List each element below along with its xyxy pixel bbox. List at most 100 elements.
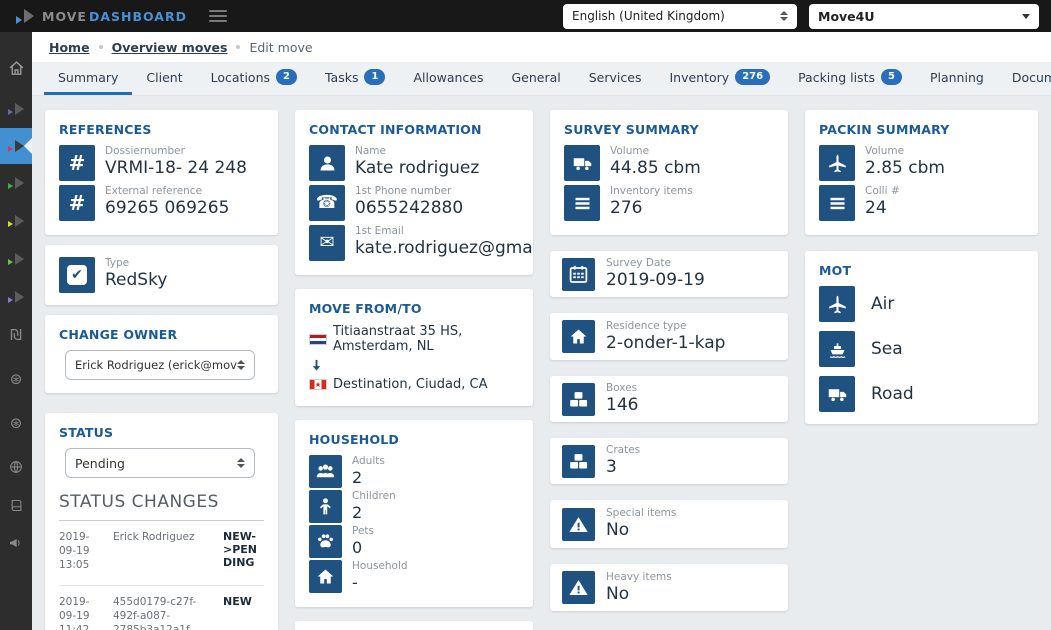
boxes-count: 146 [606,395,639,416]
card-title: MOT [819,263,852,278]
column-3: SURVEY SUMMARY Volume 44.85 cbm Inventor… [550,110,788,611]
module-arrow-icon [8,139,24,153]
cubes-icon [562,382,595,416]
residence-type-value: 2-onder-1-kap [606,332,726,353]
tab-allowances[interactable]: Allowances [399,62,497,95]
field-label: Type [105,257,130,269]
top-bar: MOVE DASHBOARD English (United Kingdom) … [0,0,1051,32]
field-label: Survey Date [606,257,671,270]
status-change-value: NEW [223,594,252,608]
module-arrow-icon [8,252,24,266]
tab-tasks[interactable]: Tasks 1 [311,62,399,95]
select-stepper-icon [237,458,245,468]
plane-icon [819,286,855,322]
field-label: Dossiernumber [105,145,185,157]
home-icon [562,320,595,353]
chevron-down-icon [1022,13,1030,19]
sidebar-item-currency[interactable]: ₪ [0,316,32,354]
circled-asterisk-icon: ⊛ [9,413,23,432]
tab-badge: 2 [276,69,297,85]
tab-summary[interactable]: Summary [44,62,133,95]
language-select[interactable]: English (United Kingdom) [563,3,797,29]
field-label: External reference [105,185,203,197]
card-title: SURVEY SUMMARY [564,122,699,137]
child-icon [309,490,342,523]
breadcrumb-home-link[interactable]: Home [49,40,90,55]
breadcrumb-overview-link[interactable]: Overview moves [112,40,228,55]
arrow-down-icon [312,359,321,371]
sidebar: ₪ ⊛ ⊛ [0,32,32,630]
canada-flag-icon [309,379,327,390]
status-select-value: Pending [75,455,125,471]
status-changes-table: 2019-09-19 13:05 Erick Rodriguez NEW->PE… [59,520,264,630]
breadcrumb: Home Overview moves Edit move [32,32,1051,62]
tab-services[interactable]: Services [575,62,656,95]
card-title: MOVE FROM/TO [309,301,422,316]
sidebar-item-settings-1[interactable]: ⊛ [0,360,32,398]
sidebar-item-settings-2[interactable]: ⊛ [0,404,32,442]
tab-documents[interactable]: Documents3 [998,62,1051,95]
tabs-bar: Summary Client Locations 2 Tasks 1 Allowan… [32,62,1051,96]
phone-icon: ☎ [309,185,345,221]
megaphone-icon [10,539,20,547]
module-arrow-icon [8,214,24,228]
field-label: Heavy items [606,570,672,583]
status-changes-title: STATUS CHANGES [59,492,219,512]
field-label: 1st Email [355,225,404,237]
paw-icon [309,525,342,558]
sidebar-item-module-4[interactable] [0,202,32,240]
sidebar-item-announcements[interactable] [0,524,32,562]
sidebar-item-module-3[interactable] [0,164,32,202]
status-change-date: 2019-09-19 11:42 [59,595,90,630]
field-label: Crates [606,444,641,457]
children-count: 2 [352,503,363,523]
direction-arrow-row [309,358,519,373]
breadcrumb-current: Edit move [249,39,313,55]
packin-summary-card: PACKIN SUMMARY Volume 2.85 cbm Colli # 2… [805,110,1038,235]
owner-select[interactable]: Erick Rodriguez (erick@move4u.com) [65,350,255,380]
contact-information-card: CONTACT INFORMATION Name Kate rodriguez … [295,110,533,275]
survey-summary-card: SURVEY SUMMARY Volume 44.85 cbm Inventor… [550,110,788,235]
module-arrow-icon [8,176,24,190]
warning-icon [562,571,595,604]
table-row: 2019-09-19 13:05 Erick Rodriguez NEW->PE… [59,521,264,586]
field-label: Children [352,490,396,502]
tab-planning[interactable]: Planning [916,62,998,95]
app-logo[interactable]: MOVE DASHBOARD [14,8,187,24]
tab-general[interactable]: General [497,62,574,95]
calendar-icon [562,257,595,291]
status-select[interactable]: Pending [65,448,255,478]
adults-count: 2 [352,468,363,488]
sidebar-item-module-2-active[interactable] [0,128,32,164]
sidebar-item-module-5[interactable] [0,240,32,278]
card-title: HOUSEHOLD [309,432,400,447]
special-items-card: Special items No [550,500,788,548]
status-card: STATUS Pending STATUS CHANGES 2019-09-19… [45,413,278,630]
sidebar-item-home[interactable] [0,46,32,90]
book-icon [11,499,21,511]
tab-packing-lists[interactable]: Packing lists 5 [784,62,916,95]
tab-client[interactable]: Client [132,62,196,95]
tab-locations[interactable]: Locations 2 [197,62,311,95]
destination-address: Destination, Ciudad, CA [333,377,488,392]
card-title: CHANGE OWNER [59,327,178,342]
field-label: Residence type [606,319,687,332]
survey-volume: 44.85 cbm [610,158,701,179]
field-label: Special items [606,507,677,520]
sidebar-item-docs[interactable] [0,486,32,524]
main-area: Home Overview moves Edit move Summary Cl… [32,32,1051,630]
hash-icon: # [59,185,95,221]
tab-inventory[interactable]: Inventory 276 [655,62,784,95]
sidebar-item-globe[interactable] [0,448,32,486]
account-select[interactable]: Move4U [809,3,1039,29]
special-items-value: No [606,520,630,541]
menu-icon[interactable] [208,10,227,22]
sidebar-item-module-6[interactable] [0,278,32,316]
contact-name: Kate rodriguez [355,158,480,179]
module-arrow-icon [8,102,24,116]
column-4: PACKIN SUMMARY Volume 2.85 cbm Colli # 2… [805,110,1038,424]
plane-icon [819,145,855,181]
sidebar-item-module-1[interactable] [0,90,32,128]
select-stepper-icon [780,11,788,21]
boxes-card: Boxes 146 [550,376,788,422]
